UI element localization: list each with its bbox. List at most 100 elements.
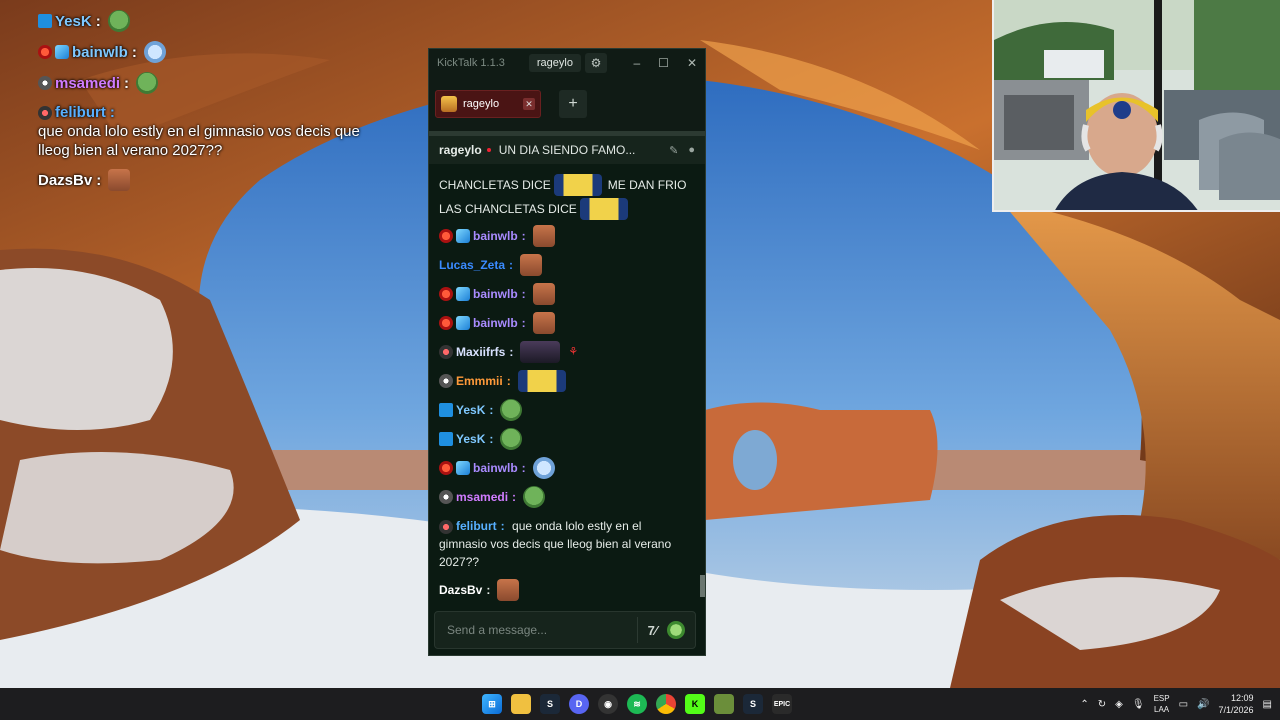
chat-message: bainwlb: xyxy=(429,279,699,308)
settings-gear-icon[interactable]: ⚙ xyxy=(584,53,607,73)
close-tab-icon[interactable]: ✕ xyxy=(523,98,535,110)
face-emote-icon xyxy=(532,224,555,247)
emote-picker-icon[interactable] xyxy=(667,621,685,639)
spotify-icon[interactable]: ≋ xyxy=(627,694,647,714)
chat-message: Emmmii: xyxy=(429,366,699,395)
chat-username[interactable]: bainwlb xyxy=(473,287,518,301)
chat-messages[interactable]: CHANCLETAS DICE ME DAN FRIO LAS CHANCLET… xyxy=(429,173,699,605)
chat-message: Lucas_Zeta: xyxy=(429,250,699,279)
minion-emote-icon xyxy=(553,174,602,196)
overlay-username: msamedi xyxy=(55,74,121,92)
minion-emote-icon xyxy=(517,369,566,392)
title-bar: KickTalk 1.1.3 rageylo ⚙ – ☐ ✕ xyxy=(429,49,705,77)
overlay-username: DazsBv xyxy=(38,171,93,189)
microphone-icon[interactable]: 🎙 xyxy=(1132,699,1145,710)
epic-games-icon[interactable]: EPIC xyxy=(772,694,792,714)
chat-username[interactable]: DazsBv xyxy=(439,583,482,597)
chat-message: YesK: xyxy=(429,395,699,424)
system-tray: ⌃ ↻ ◈ 🎙 ESP LAA ▭ 🔊 12:09 7/1/2026 ▤ xyxy=(1080,688,1272,720)
overlay-message: DazsBv: xyxy=(38,169,368,191)
chat-message: DazsBv: xyxy=(429,575,699,604)
app-title: KickTalk 1.1.3 xyxy=(437,57,505,69)
kick-icon[interactable]: K xyxy=(685,694,705,714)
chat-message: Maxiifrfs: ⚘ xyxy=(429,337,699,366)
chat-username[interactable]: YesK xyxy=(456,403,485,417)
obs-icon[interactable]: ◉ xyxy=(598,694,618,714)
discord-icon[interactable]: D xyxy=(569,694,589,714)
file-explorer-icon[interactable] xyxy=(511,694,531,714)
shield-icon[interactable]: ◈ xyxy=(1115,699,1123,710)
channel-avatar xyxy=(441,96,457,112)
volume-icon[interactable]: 🔊 xyxy=(1197,699,1209,710)
sync-icon[interactable]: ↻ xyxy=(1098,699,1106,710)
chrome-icon[interactable] xyxy=(656,694,676,714)
minimize-icon[interactable]: – xyxy=(633,56,640,70)
pepe-emote-icon xyxy=(500,427,523,450)
network-icon[interactable]: ▭ xyxy=(1179,699,1188,710)
kick-badge-icon xyxy=(439,344,453,359)
moderator-badge-icon xyxy=(38,14,52,28)
chat-username[interactable]: bainwlb xyxy=(473,316,518,330)
steam-icon[interactable]: S xyxy=(743,694,763,714)
steam-icon[interactable]: S xyxy=(540,694,560,714)
chat-username[interactable]: YesK xyxy=(456,432,485,446)
close-icon[interactable]: ✕ xyxy=(687,56,697,70)
subscriber-badge-icon xyxy=(38,76,52,90)
maximize-icon[interactable]: ☐ xyxy=(658,56,669,70)
chat-username[interactable]: bainwlb xyxy=(473,229,518,243)
tab-rageylo[interactable]: rageylo ✕ xyxy=(435,90,541,118)
rose-emote-icon: ⚘ xyxy=(568,346,579,358)
chat-username[interactable]: Emmmii xyxy=(456,374,503,388)
pin-icon[interactable]: ✎ xyxy=(669,144,678,157)
chat-username[interactable]: feliburt xyxy=(456,519,497,533)
user-button[interactable]: rageylo xyxy=(528,54,581,72)
chat-message: YesK: xyxy=(429,424,699,453)
message-input-box: 7⁄ xyxy=(434,611,696,649)
user-icon[interactable]: ● xyxy=(688,144,695,157)
add-chatroom-button[interactable]: + xyxy=(559,90,587,118)
message-input[interactable] xyxy=(445,622,619,638)
blue-gem-badge-icon xyxy=(456,460,470,475)
chat-message: CHANCLETAS DICE ME DAN FRIO xyxy=(429,173,699,197)
message-text: CHANCLETAS DICE xyxy=(439,178,551,192)
face-emote-icon xyxy=(532,282,555,305)
stream-chat-overlay: YesK: bainwlb: msamedi: feliburt: que on… xyxy=(38,10,368,200)
kick-badge-icon xyxy=(439,519,453,534)
windows-start-icon[interactable]: ⊞ xyxy=(482,694,502,714)
chatroom-tabs: rageylo ✕ + xyxy=(429,77,705,131)
face-emote-icon xyxy=(497,578,520,601)
moderator-badge-icon xyxy=(439,431,453,446)
overlay-username: YesK xyxy=(55,12,92,30)
chat-scrollbar[interactable] xyxy=(700,575,705,597)
overlay-username: feliburt xyxy=(55,104,106,121)
chat-message: bainwlb: xyxy=(429,221,699,250)
chat-username[interactable]: Lucas_Zeta xyxy=(439,258,505,272)
kicktalk-window: KickTalk 1.1.3 rageylo ⚙ – ☐ ✕ rageylo ✕… xyxy=(428,48,706,656)
chat-username[interactable]: msamedi xyxy=(456,490,508,504)
red-badge-icon xyxy=(439,460,453,475)
clock[interactable]: 12:09 7/1/2026 xyxy=(1219,692,1254,716)
dark-emote-icon xyxy=(520,340,561,363)
cry-emote-icon xyxy=(532,456,555,479)
chat-username[interactable]: bainwlb xyxy=(473,461,518,475)
face-emote-icon xyxy=(108,169,131,191)
chat-username[interactable]: Maxiifrfs xyxy=(456,345,505,359)
chat-message: msamedi: xyxy=(429,482,699,511)
channel-name: rageylo xyxy=(439,143,482,157)
chevron-up-icon[interactable]: ⌃ xyxy=(1080,699,1088,710)
seventv-emotes-icon[interactable]: 7⁄ xyxy=(648,623,657,638)
language-indicator[interactable]: ESP LAA xyxy=(1154,693,1170,715)
windows-taskbar: ⊞ S D ◉ ≋ K S EPIC ⌃ ↻ ◈ 🎙 ESP LAA ▭ 🔊 1… xyxy=(0,688,1280,720)
blue-gem-badge-icon xyxy=(55,45,69,59)
kick-badge-icon xyxy=(38,105,52,120)
stream-title: UN DIA SIENDO FAMO... xyxy=(498,143,636,157)
chat-message: bainwlb: xyxy=(429,308,699,337)
pepe-emote-icon xyxy=(136,72,159,94)
message-text: LAS CHANCLETAS DICE xyxy=(439,202,577,216)
cry-emote-icon xyxy=(143,41,166,63)
minecraft-icon[interactable] xyxy=(714,694,734,714)
overlay-message: msamedi: xyxy=(38,72,368,94)
overlay-username: bainwlb xyxy=(72,43,128,61)
red-badge-icon xyxy=(439,228,453,243)
notifications-icon[interactable]: ▤ xyxy=(1263,699,1272,710)
